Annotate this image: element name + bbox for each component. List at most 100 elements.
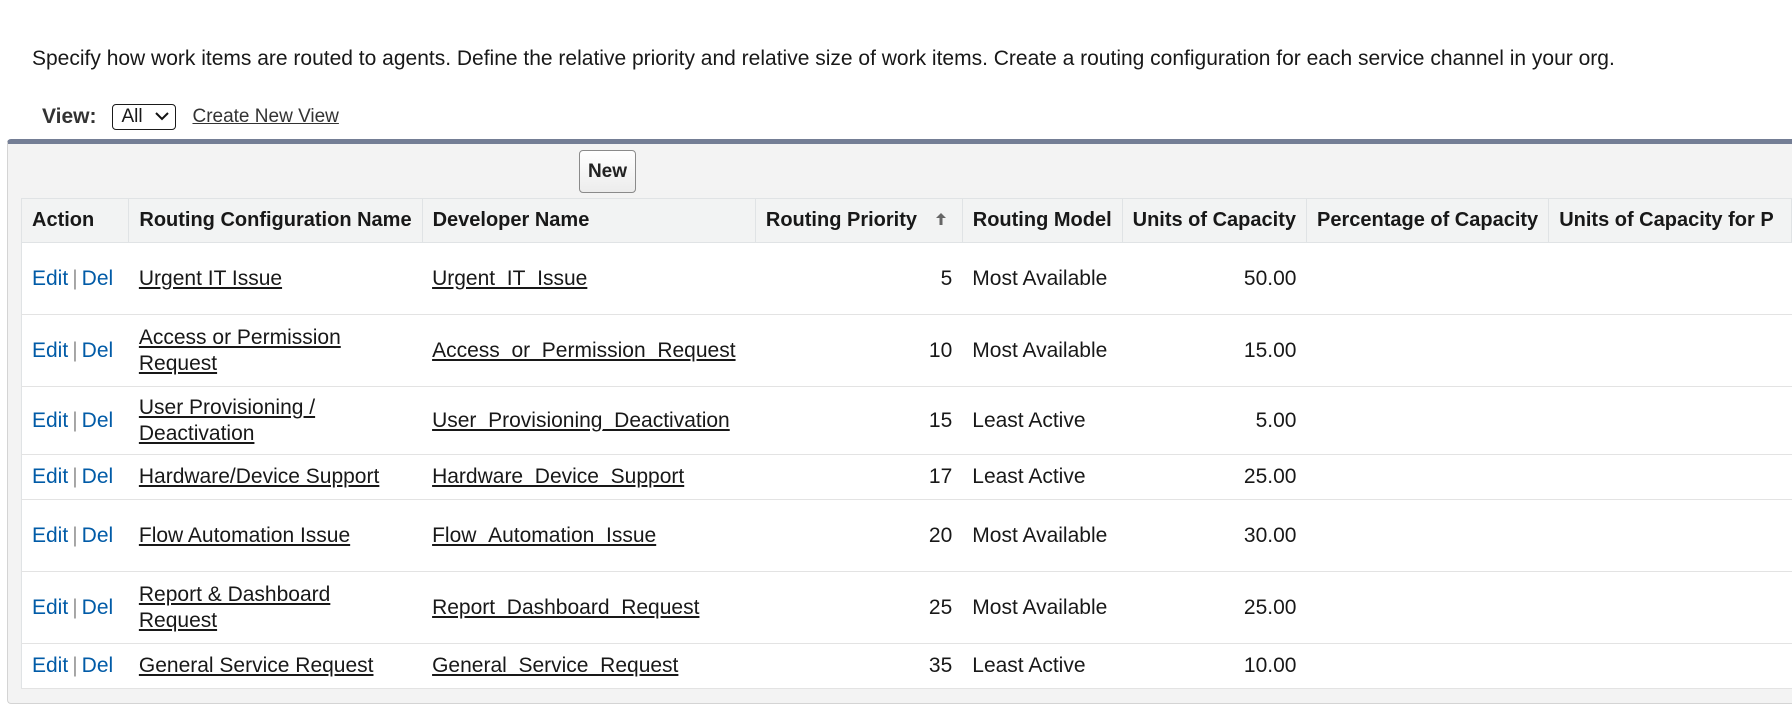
- edit-link[interactable]: Edit: [32, 465, 68, 488]
- units-of-capacity-cell: 5.00: [1122, 386, 1307, 455]
- view-label: View:: [42, 105, 97, 128]
- units-of-capacity-for-cell: [1548, 454, 1792, 500]
- page-description: Specify how work items are routed to age…: [32, 47, 1615, 70]
- units-of-capacity-for-cell: [1548, 242, 1792, 315]
- delete-link[interactable]: Del: [82, 654, 114, 677]
- table-row: Edit | Del User Provisioning / Deactivation…: [20, 386, 1792, 455]
- config-name-link[interactable]: User Provisioning / Deactivation: [139, 396, 315, 445]
- action-separator: |: [72, 408, 78, 432]
- edit-link[interactable]: Edit: [32, 654, 68, 677]
- action-separator: |: [72, 595, 78, 619]
- developer-name-link[interactable]: User_Provisioning_Deactivation: [432, 409, 730, 432]
- edit-link[interactable]: Edit: [32, 596, 68, 619]
- routing-priority-cell: 17: [755, 454, 963, 500]
- percentage-of-capacity-cell: [1306, 499, 1549, 572]
- edit-link[interactable]: Edit: [32, 409, 68, 432]
- percentage-of-capacity-cell: [1306, 386, 1549, 455]
- routing-model-cell: Most Available: [962, 242, 1123, 315]
- table-row: Edit | Del Urgent IT Issue Urgent_IT_Issue 5 M…: [20, 242, 1792, 315]
- header-action: Action: [20, 198, 130, 243]
- routing-priority-cell: 25: [755, 571, 963, 644]
- percentage-of-capacity-cell: [1306, 314, 1549, 387]
- developer-name-link[interactable]: Flow_Automation_Issue: [432, 524, 656, 547]
- routing-model-cell: Most Available: [962, 499, 1123, 572]
- header-units-of-capacity-for[interactable]: Units of Capacity for P: [1548, 198, 1792, 243]
- header-name[interactable]: Routing Configuration Name: [128, 198, 423, 243]
- header-percentage-of-capacity[interactable]: Percentage of Capacity: [1305, 198, 1550, 243]
- table-row: Edit | Del Access or Permission Request Acce…: [20, 314, 1792, 387]
- row-actions: Edit | Del: [20, 314, 129, 387]
- units-of-capacity-cell: 15.00: [1122, 314, 1307, 387]
- action-separator: |: [72, 654, 78, 677]
- view-select-value: All: [121, 106, 143, 127]
- routing-model-cell: Most Available: [962, 571, 1123, 644]
- routing-model-cell: Least Active: [962, 386, 1123, 455]
- config-name-link[interactable]: Urgent IT Issue: [139, 267, 282, 290]
- units-of-capacity-cell: 50.00: [1122, 242, 1307, 315]
- developer-name-link[interactable]: Hardware_Device_Support: [432, 465, 684, 488]
- delete-link[interactable]: Del: [82, 465, 114, 488]
- header-routing-priority-label: Routing Priority: [765, 208, 917, 231]
- delete-link[interactable]: Del: [82, 596, 114, 619]
- routing-priority-cell: 10: [755, 314, 963, 387]
- units-of-capacity-for-cell: [1548, 571, 1792, 644]
- units-of-capacity-cell: 25.00: [1122, 571, 1307, 644]
- new-button[interactable]: New: [579, 150, 636, 193]
- config-name-link[interactable]: Access or Permission Request: [139, 326, 341, 375]
- create-new-view-link[interactable]: Create New View: [192, 106, 338, 128]
- units-of-capacity-for-cell: [1548, 314, 1792, 387]
- row-actions: Edit | Del: [20, 242, 129, 315]
- header-routing-priority[interactable]: Routing Priority: [754, 198, 963, 243]
- developer-name-link[interactable]: General_Service_Request: [432, 654, 678, 677]
- config-name-link[interactable]: Hardware/Device Support: [139, 465, 379, 488]
- row-actions: Edit | Del: [20, 571, 129, 644]
- units-of-capacity-cell: 25.00: [1122, 454, 1307, 500]
- config-name-link[interactable]: General Service Request: [139, 654, 374, 677]
- delete-link[interactable]: Del: [82, 409, 114, 432]
- chevron-down-icon: [155, 112, 170, 121]
- developer-name-link[interactable]: Access_or_Permission_Request: [432, 339, 735, 362]
- routing-model-cell: Least Active: [962, 454, 1123, 500]
- routing-config-table: Action Routing Configuration Name Develo…: [20, 198, 1792, 689]
- header-developer-name[interactable]: Developer Name: [421, 198, 756, 243]
- developer-name-link[interactable]: Report_Dashboard_Request: [432, 596, 699, 619]
- header-routing-model[interactable]: Routing Model: [961, 198, 1123, 243]
- edit-link[interactable]: Edit: [32, 339, 68, 362]
- routing-priority-cell: 5: [755, 242, 963, 315]
- row-actions: Edit | Del: [20, 454, 129, 500]
- units-of-capacity-for-cell: [1548, 643, 1792, 689]
- table-row: Edit | Del Hardware/Device Support Hardware_…: [20, 454, 1792, 500]
- percentage-of-capacity-cell: [1306, 571, 1549, 644]
- row-actions: Edit | Del: [20, 386, 129, 455]
- action-separator: |: [72, 266, 78, 290]
- percentage-of-capacity-cell: [1306, 643, 1549, 689]
- routing-model-cell: Least Active: [962, 643, 1123, 689]
- action-separator: |: [72, 338, 78, 362]
- view-select[interactable]: All: [112, 104, 177, 130]
- units-of-capacity-for-cell: [1548, 386, 1792, 455]
- config-name-link[interactable]: Flow Automation Issue: [139, 524, 350, 547]
- table-row: Edit | Del Flow Automation Issue Flow_Automa…: [20, 499, 1792, 572]
- table-row: Edit | Del Report & Dashboard Request Report…: [20, 571, 1792, 644]
- routing-priority-cell: 35: [755, 643, 963, 689]
- delete-link[interactable]: Del: [82, 339, 114, 362]
- sort-ascending-icon: [935, 209, 947, 232]
- row-actions: Edit | Del: [20, 499, 129, 572]
- table-header-row: Action Routing Configuration Name Develo…: [20, 198, 1792, 243]
- header-units-of-capacity[interactable]: Units of Capacity: [1121, 198, 1307, 243]
- action-separator: |: [72, 523, 78, 547]
- units-of-capacity-cell: 10.00: [1122, 643, 1307, 689]
- config-name-link[interactable]: Report & Dashboard Request: [139, 583, 330, 632]
- units-of-capacity-cell: 30.00: [1122, 499, 1307, 572]
- edit-link[interactable]: Edit: [32, 267, 68, 290]
- routing-priority-cell: 15: [755, 386, 963, 455]
- routing-priority-cell: 20: [755, 499, 963, 572]
- table-row: Edit | Del General Service Request General_S…: [20, 643, 1792, 689]
- edit-link[interactable]: Edit: [32, 524, 68, 547]
- delete-link[interactable]: Del: [82, 524, 114, 547]
- delete-link[interactable]: Del: [82, 267, 114, 290]
- routing-model-cell: Most Available: [962, 314, 1123, 387]
- developer-name-link[interactable]: Urgent_IT_Issue: [432, 267, 587, 290]
- percentage-of-capacity-cell: [1306, 242, 1549, 315]
- action-separator: |: [72, 465, 78, 488]
